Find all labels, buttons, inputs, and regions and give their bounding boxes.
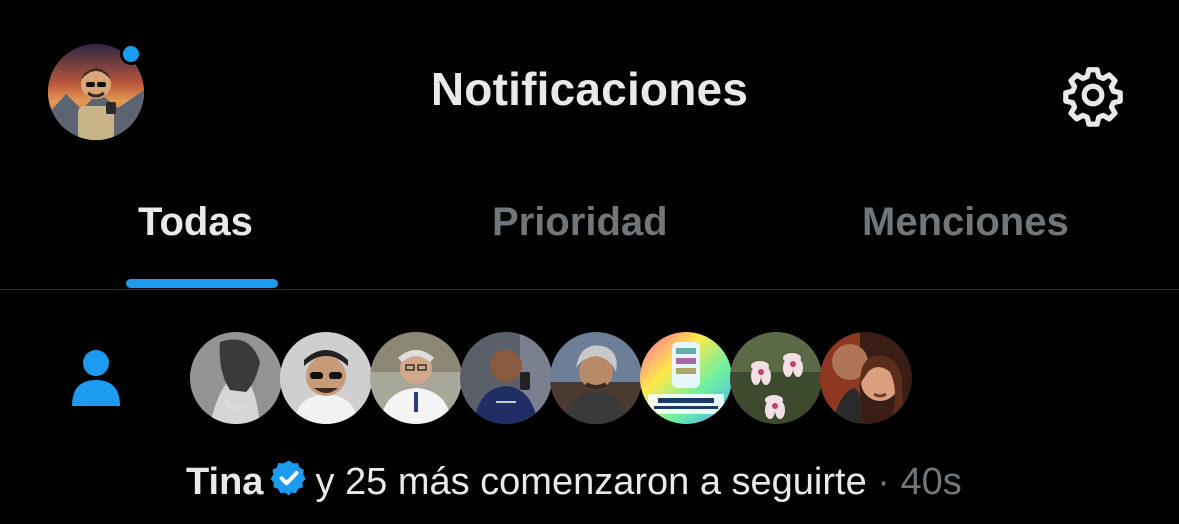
follower-avatar[interactable] — [640, 332, 732, 424]
follower-avatar[interactable] — [730, 332, 822, 424]
verified-badge-icon — [269, 458, 309, 498]
separator-dot: · — [877, 461, 890, 503]
follow-notification[interactable]: Tina y 25 más comenzaron a seguirte · 40s — [0, 290, 1179, 524]
tab-todas[interactable]: Todas — [138, 200, 253, 245]
follower-avatar[interactable] — [460, 332, 552, 424]
follower-avatar[interactable] — [370, 332, 462, 424]
settings-button[interactable] — [1060, 62, 1126, 128]
follower-name[interactable]: Tina — [186, 461, 263, 503]
gear-icon — [1063, 67, 1123, 127]
notification-text: Tina y 25 más comenzaron a seguirte · 40s — [186, 458, 962, 504]
page-title: Notificaciones — [430, 63, 749, 115]
notification-message: y 25 más comenzaron a seguirte — [315, 461, 867, 503]
tab-prioridad[interactable]: Prioridad — [492, 200, 668, 245]
follower-avatar[interactable] — [550, 332, 642, 424]
active-tab-indicator — [126, 279, 278, 288]
follower-avatar[interactable] — [820, 332, 912, 424]
tab-bar: Todas Prioridad Menciones — [0, 180, 1179, 290]
tab-menciones[interactable]: Menciones — [862, 200, 1069, 245]
header: Notificaciones — [0, 0, 1179, 180]
follower-avatar[interactable] — [190, 332, 282, 424]
follower-avatar[interactable] — [280, 332, 372, 424]
person-follow-icon — [70, 348, 122, 408]
notification-time: 40s — [900, 461, 962, 503]
